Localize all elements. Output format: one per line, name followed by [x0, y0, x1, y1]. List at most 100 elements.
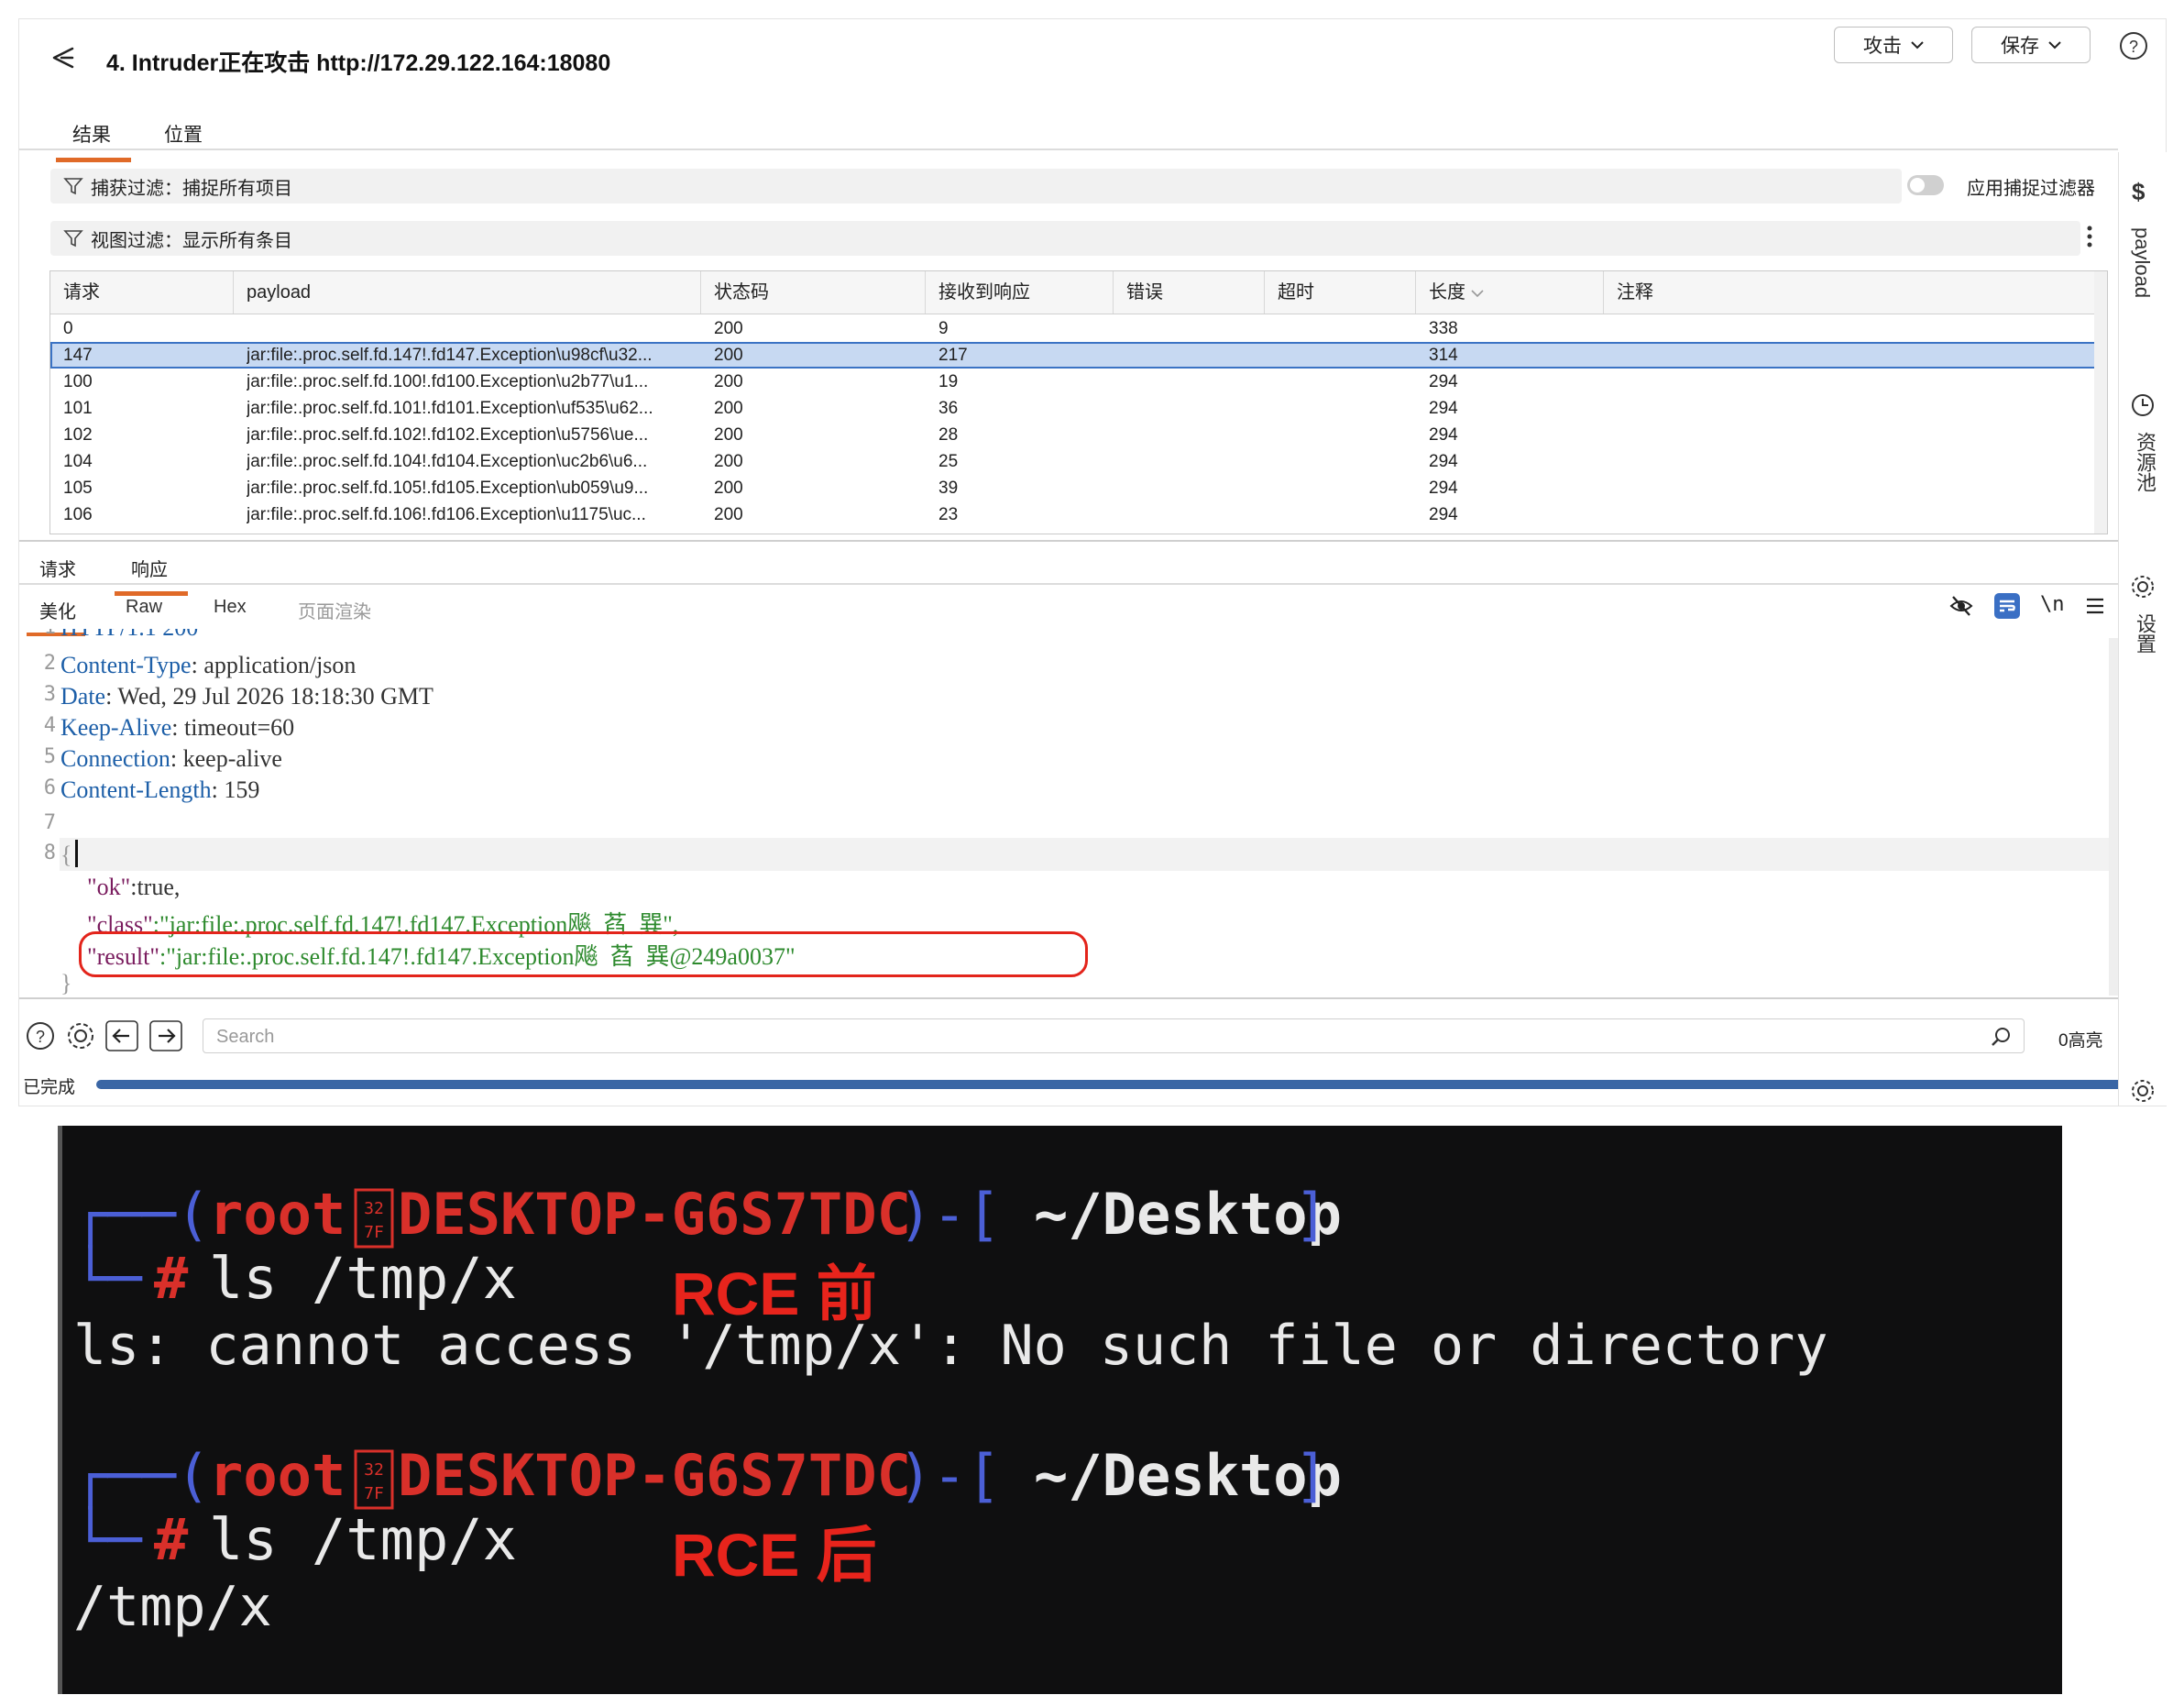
- response-viewer[interactable]: 1 HTTP/1.1 200 2Content-Type: applicatio…: [19, 629, 2122, 1005]
- tab-request[interactable]: 请求: [39, 555, 76, 581]
- column-header-error[interactable]: 错误: [1114, 271, 1265, 314]
- line-number: 1: [28, 629, 56, 639]
- menu-icon[interactable]: [2085, 597, 2105, 615]
- table-cell: 0: [63, 319, 73, 338]
- table-cell: 200: [714, 319, 743, 338]
- tab-response[interactable]: 响应: [115, 555, 188, 596]
- next-arrow-icon[interactable]: [149, 1020, 182, 1051]
- newline-toggle-icon[interactable]: \n: [2040, 593, 2065, 616]
- search-icon[interactable]: [1990, 1025, 2014, 1049]
- prompt-hash: #: [154, 1245, 189, 1312]
- help-icon[interactable]: ?: [2118, 30, 2149, 61]
- line-number: 2: [43, 652, 56, 675]
- prompt-user: root: [209, 1181, 346, 1248]
- status-text: 已完成: [23, 1078, 76, 1097]
- view-filter-bar[interactable]: 视图过滤：显示所有条目: [50, 221, 2080, 256]
- column-header-payload[interactable]: payload: [234, 271, 701, 314]
- more-options-icon[interactable]: [2083, 223, 2096, 250]
- gear-icon[interactable]: [2130, 574, 2156, 600]
- payload-s-icon[interactable]: $: [2132, 178, 2145, 206]
- skull-glyph-icon: 327F: [354, 1188, 394, 1249]
- hide-eye-icon[interactable]: [1948, 593, 1974, 619]
- terminal-window: ┌──( root 32 7F DESKTOP-G6S7TDC )-[ ~/Des…: [58, 1126, 2062, 1694]
- capture-filter-bar[interactable]: 捕获过滤：捕捉所有项目: [50, 169, 1902, 204]
- table-cell: 217: [938, 346, 968, 365]
- tab-positions[interactable]: 位置: [164, 120, 203, 148]
- column-header-comment[interactable]: 注释: [1604, 271, 2094, 314]
- prompt-user: root: [209, 1442, 346, 1509]
- sidebar-resource-pool-label[interactable]: 资源池: [2130, 432, 2159, 492]
- json-key-ok: "ok": [87, 874, 131, 900]
- sidebar-settings-label[interactable]: 设置: [2130, 613, 2159, 654]
- length-header-label: 长度: [1429, 282, 1465, 303]
- table-cell: 101: [63, 399, 93, 418]
- table-row[interactable]: 147 jar:file:.proc.self.fd.147!.fd147.Exc…: [50, 342, 2107, 369]
- table-cell: [1278, 422, 1415, 448]
- column-header-length[interactable]: 长度: [1416, 271, 1604, 314]
- prompt-bracket-close: ]: [1294, 1442, 1329, 1509]
- page-title: 4. Intruder正在攻击 http://172.29.122.164:18…: [106, 50, 611, 76]
- apply-capture-filter-toggle[interactable]: [1907, 175, 1944, 195]
- tab-results[interactable]: 结果: [56, 120, 131, 162]
- previous-arrow-icon[interactable]: [105, 1020, 138, 1051]
- chevron-down-icon: [1911, 41, 1924, 50]
- view-tab-raw[interactable]: Raw: [126, 597, 162, 618]
- table-header: 请求 payload 状态码 接收到响应 错误 超时 长度 注释: [50, 271, 2107, 314]
- svg-text:?: ?: [36, 1028, 45, 1046]
- wrap-lines-icon[interactable]: [1993, 592, 2021, 620]
- table-cell: [1617, 475, 2075, 501]
- table-cell: [1617, 501, 2075, 528]
- clock-icon[interactable]: [2130, 392, 2156, 418]
- table-cell: 105: [63, 479, 93, 498]
- table-cell: [1126, 369, 1264, 395]
- table-row[interactable]: 106 jar:file:.proc.self.fd.106!.fd106.Exc…: [50, 501, 2107, 528]
- attack-dropdown-button[interactable]: 攻击: [1834, 27, 1953, 63]
- table-cell: 200: [714, 372, 743, 391]
- table-scrollbar[interactable]: [2094, 271, 2107, 534]
- sidebar-payload-label[interactable]: payload: [2130, 227, 2154, 298]
- header-value: keep-alive: [177, 745, 282, 772]
- capture-filter-label: 捕获过滤：捕捉所有项目: [91, 178, 292, 199]
- filter-icon: [63, 178, 83, 195]
- svg-text:7F: 7F: [364, 1484, 384, 1503]
- gear-icon[interactable]: [65, 1020, 96, 1051]
- table-cell: [1617, 315, 2075, 342]
- view-tab-render[interactable]: 页面渲染: [298, 597, 371, 623]
- column-header-status[interactable]: 状态码: [701, 271, 926, 314]
- save-dropdown-button[interactable]: 保存: [1971, 27, 2091, 63]
- save-button-label: 保存: [2001, 36, 2039, 57]
- line-number: 7: [43, 811, 56, 834]
- column-header-request[interactable]: 请求: [50, 271, 234, 314]
- svg-text:32: 32: [364, 1460, 384, 1480]
- current-line-highlight: [60, 838, 2113, 871]
- title-bar: 4. Intruder正在攻击 http://172.29.122.164:18…: [19, 19, 2166, 116]
- status-line: HTTP/1.1 200: [60, 629, 198, 642]
- table-row[interactable]: 105 jar:file:.proc.self.fd.105!.fd105.Exc…: [50, 475, 2107, 501]
- table-cell: 338: [1429, 319, 1458, 338]
- burp-intruder-window: 4. Intruder正在攻击 http://172.29.122.164:18…: [18, 18, 2167, 1106]
- table-row[interactable]: 104 jar:file:.proc.self.fd.104!.fd104.Exc…: [50, 448, 2107, 475]
- table-cell: jar:file:.proc.self.fd.106!.fd106.Except…: [247, 505, 646, 524]
- table-cell: 25: [938, 452, 959, 471]
- table-cell: 294: [1429, 452, 1458, 471]
- back-arrow-icon[interactable]: [47, 41, 80, 74]
- table-cell: 36: [938, 399, 959, 418]
- line-number: 8: [43, 842, 56, 864]
- table-row[interactable]: 102 jar:file:.proc.self.fd.102!.fd102.Exc…: [50, 422, 2107, 448]
- column-header-timeout[interactable]: 超时: [1265, 271, 1416, 314]
- column-header-response-received[interactable]: 接收到响应: [926, 271, 1114, 314]
- table-row[interactable]: 0 200 9 338: [50, 315, 2107, 342]
- response-header-line: Content-Type: application/json: [60, 652, 356, 679]
- view-tab-hex[interactable]: Hex: [214, 597, 247, 618]
- prompt-bracket-top: ┌──(: [73, 1181, 211, 1248]
- help-icon[interactable]: ?: [25, 1020, 56, 1051]
- view-tab-pretty[interactable]: 美化: [27, 597, 85, 636]
- table-row[interactable]: 101 jar:file:.proc.self.fd.101!.fd101.Exc…: [50, 395, 2107, 422]
- line-number: 3: [43, 683, 56, 706]
- gear-icon[interactable]: [2130, 1078, 2156, 1104]
- table-cell: 200: [714, 452, 743, 471]
- prompt-separator: )-[: [898, 1181, 1001, 1248]
- search-input[interactable]: Search: [203, 1018, 2025, 1053]
- table-cell: jar:file:.proc.self.fd.104!.fd104.Except…: [247, 452, 648, 471]
- table-row[interactable]: 100 jar:file:.proc.self.fd.100!.fd100.Exc…: [50, 369, 2107, 395]
